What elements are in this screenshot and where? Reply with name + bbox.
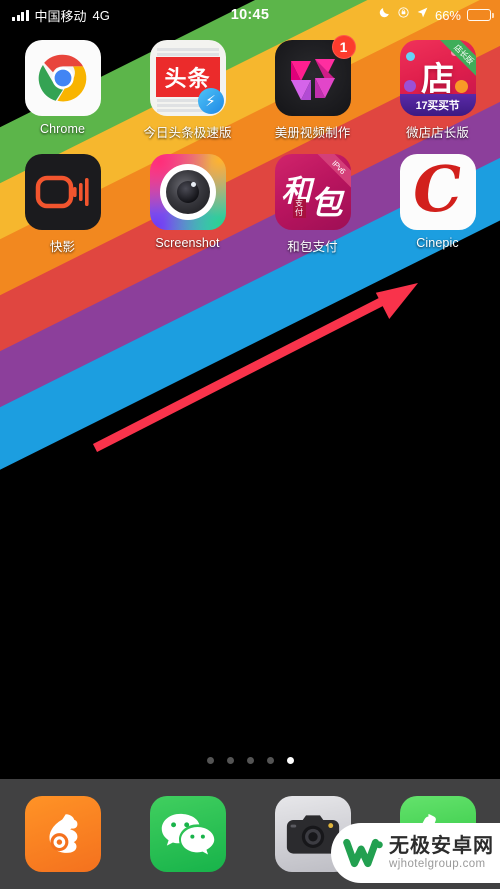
status-bar: 中国移动 4G 10:45 66% bbox=[0, 0, 500, 30]
page-dot[interactable] bbox=[206, 757, 214, 764]
app-icon-chrome[interactable]: Chrome bbox=[0, 40, 125, 141]
moon-icon bbox=[378, 6, 391, 24]
app-label: 微店店长版 bbox=[405, 126, 469, 140]
uc-browser-icon bbox=[24, 796, 101, 872]
app-label: Screenshot bbox=[155, 236, 220, 250]
app-label: 今日头条极速版 bbox=[143, 126, 232, 140]
app-row: Chrome 头条 ⚡ 今日头条极速版 1 美册视频制作 店 17买买节 店长版… bbox=[0, 35, 500, 141]
page-dot[interactable] bbox=[246, 757, 254, 764]
app-icon-weidian[interactable]: 店 17买买节 店长版 微店店长版 bbox=[375, 40, 500, 141]
page-dot[interactable] bbox=[286, 757, 294, 764]
app-icon-kuaiying[interactable]: 快影 bbox=[0, 154, 125, 255]
iphone-home-screen: 中国移动 4G 10:45 66% Chrome 头条 ⚡ 今日头条极速版 1 … bbox=[0, 0, 500, 889]
app-label: 美册视频制作 bbox=[274, 126, 351, 140]
cinepic-icon: C bbox=[399, 154, 476, 230]
clock: 10:45 bbox=[230, 7, 270, 23]
watermark-logo-icon bbox=[341, 830, 387, 876]
app-icon-meice[interactable]: 1 美册视频制作 bbox=[250, 35, 375, 141]
app-label: 和包支付 bbox=[287, 240, 338, 254]
battery-icon bbox=[467, 9, 494, 21]
hebao-icon-seal: 支付 bbox=[292, 199, 306, 218]
page-dot[interactable] bbox=[226, 757, 234, 764]
notification-badge: 1 bbox=[331, 35, 356, 59]
app-icon-screenshot[interactable]: Screenshot bbox=[125, 154, 250, 255]
toutiao-icon: 头条 ⚡ bbox=[149, 40, 226, 116]
location-arrow-icon bbox=[416, 6, 429, 24]
app-grid: Chrome 头条 ⚡ 今日头条极速版 1 美册视频制作 店 17买买节 店长版… bbox=[0, 35, 500, 255]
dock-item-wechat[interactable] bbox=[125, 796, 250, 872]
status-bar-right: 66% bbox=[378, 0, 494, 30]
kuaiying-icon bbox=[24, 154, 101, 230]
page-indicator-dots[interactable] bbox=[0, 757, 500, 764]
page-dot[interactable] bbox=[266, 757, 274, 764]
battery-percent: 66% bbox=[434, 7, 461, 23]
app-label: 快影 bbox=[49, 240, 76, 254]
weidian-icon: 店 17买买节 店长版 bbox=[399, 40, 476, 116]
rotation-lock-icon bbox=[397, 6, 410, 24]
watermark-url: wjhotelgroup.com bbox=[389, 857, 486, 870]
app-row: 快影 Screenshot 和 包 支付 IPv6 和包支付 C Cinepic bbox=[0, 154, 500, 255]
cinepic-icon-letter: C bbox=[410, 154, 465, 228]
app-label: Chrome bbox=[39, 122, 86, 136]
lightning-icon: ⚡ bbox=[197, 88, 224, 114]
screenshot-icon bbox=[149, 154, 226, 230]
wechat-icon bbox=[149, 796, 226, 872]
watermark-title: 无极安卓网 bbox=[389, 834, 494, 857]
weidian-icon-band: 17买买节 bbox=[399, 94, 476, 116]
hebao-icon: 和 包 支付 IPv6 bbox=[274, 154, 351, 230]
app-icon-cinepic[interactable]: C Cinepic bbox=[375, 154, 500, 255]
app-icon-toutiao[interactable]: 头条 ⚡ 今日头条极速版 bbox=[125, 40, 250, 141]
chrome-icon bbox=[24, 40, 101, 116]
site-watermark: 无极安卓网 wjhotelgroup.com bbox=[331, 823, 500, 883]
hebao-icon-char-2: 包 bbox=[310, 184, 343, 222]
app-icon-hebao[interactable]: 和 包 支付 IPv6 和包支付 bbox=[250, 154, 375, 255]
app-label: Cinepic bbox=[416, 236, 459, 250]
dock-item-uc-browser[interactable] bbox=[0, 796, 125, 872]
